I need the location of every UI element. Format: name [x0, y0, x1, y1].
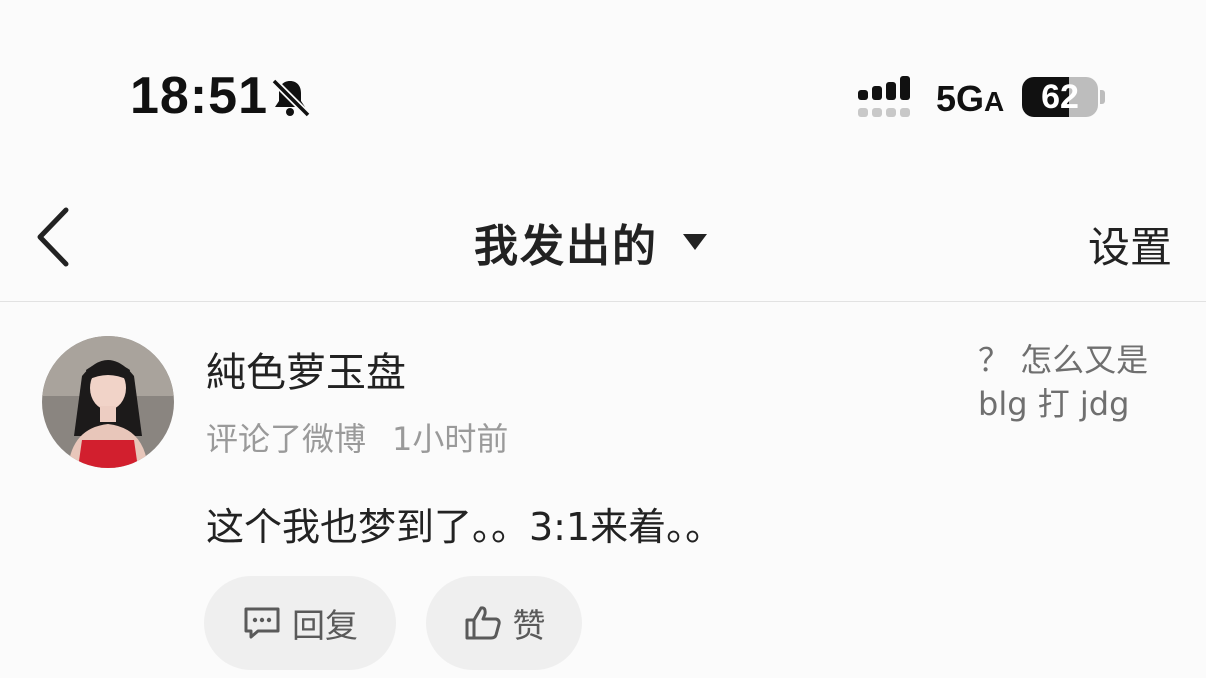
time-ago: 1小时前 [392, 420, 509, 458]
quote-line-1: ？ 怎么又是 [978, 341, 1149, 379]
comment-meta: 评论了微博 1小时前 [206, 414, 508, 460]
avatar-image [42, 336, 174, 468]
action-text: 评论了微博 [206, 420, 367, 458]
bell-muted-icon [271, 78, 311, 118]
like-button[interactable]: 赞 [426, 576, 582, 670]
title-dropdown[interactable]: 我发出的 [474, 210, 708, 274]
back-chevron-icon[interactable] [30, 204, 80, 270]
caret-down-icon [683, 234, 707, 250]
network-suffix: A [984, 86, 1005, 117]
battery-level: 62 [1041, 77, 1079, 116]
thumbs-up-icon [465, 606, 501, 640]
reply-label: 回复 [292, 606, 358, 645]
reply-icon [244, 607, 280, 639]
battery-icon: 62 [1022, 77, 1098, 117]
page-title: 我发出的 [474, 221, 658, 272]
quote-line-2: blg 打 jdg [978, 385, 1130, 423]
network-type: 5GA [936, 78, 1004, 120]
signal-icon [858, 76, 910, 117]
settings-button[interactable]: 设置 [1088, 214, 1172, 275]
network-label: 5G [936, 78, 985, 119]
like-label: 赞 [512, 606, 546, 645]
username[interactable]: 純色萝玉盘 [206, 340, 406, 398]
status-time: 18:51 [130, 67, 268, 125]
avatar[interactable] [42, 336, 174, 468]
comment-text: 这个我也梦到了。。3:1来着。。 [206, 505, 724, 549]
status-bar: 18:51 5GA 62 [0, 0, 1206, 180]
reply-button[interactable]: 回复 [204, 576, 396, 670]
nav-bar: 我发出的 设置 [0, 180, 1206, 302]
battery-tip [1100, 90, 1105, 104]
original-post-preview[interactable]: ？ 怎么又是 blg 打 jdg [978, 338, 1168, 426]
